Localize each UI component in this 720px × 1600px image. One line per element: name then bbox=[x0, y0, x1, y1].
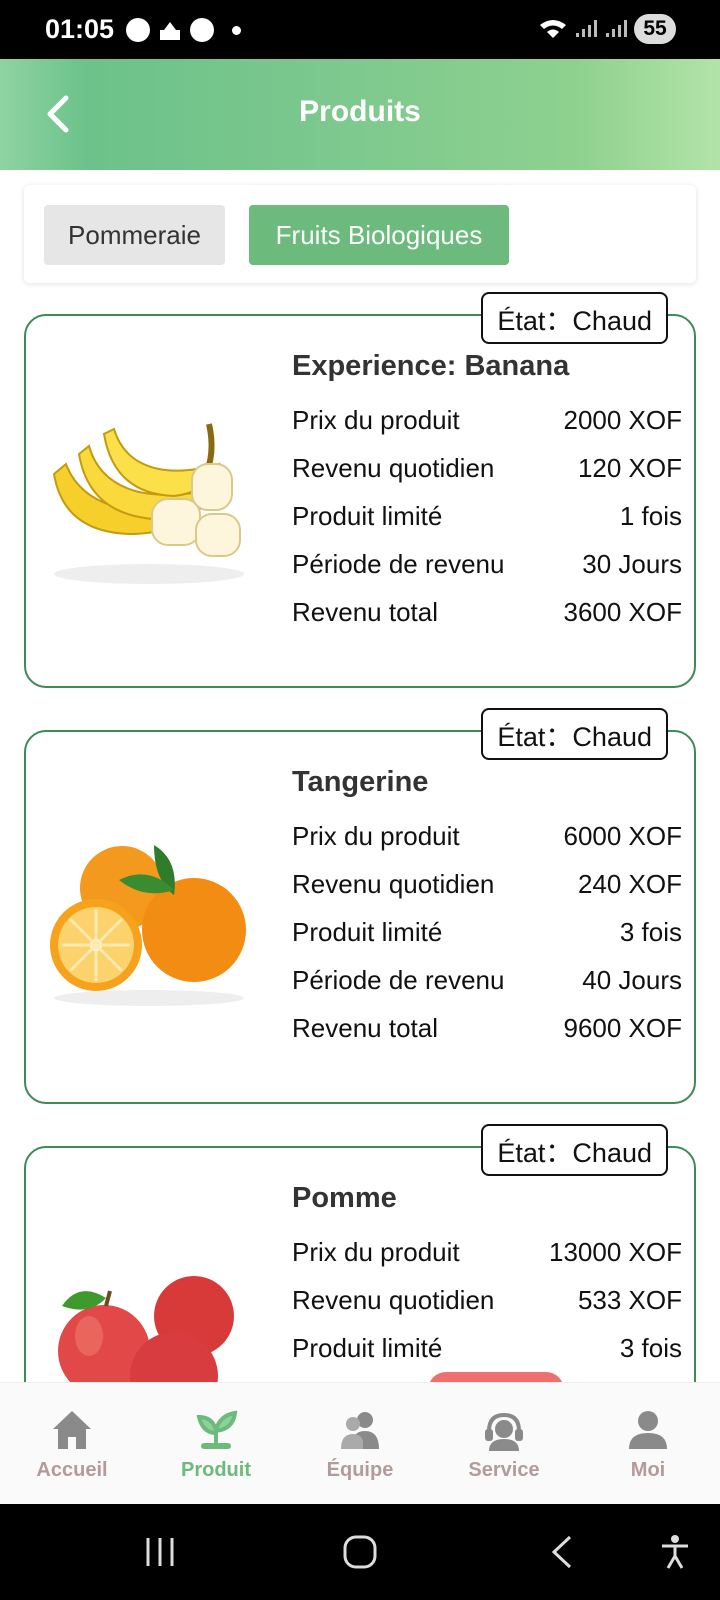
detail-label: Prix du produit bbox=[292, 1237, 460, 1267]
detail-row: Période de revenu 30 Jours bbox=[292, 540, 682, 588]
product-card[interactable]: État：Chaud Experience: Banana Prix du pr… bbox=[24, 292, 696, 688]
detail-value: 533 XOF bbox=[577, 1285, 682, 1315]
detail-label: Prix du produit bbox=[292, 821, 460, 851]
product-details: Prix du produit 2000 XOF Revenu quotidien… bbox=[292, 396, 682, 636]
tab-fruits-biologiques[interactable]: Fruits Biologiques bbox=[249, 205, 509, 265]
detail-label: Revenu total bbox=[292, 1013, 438, 1043]
detail-row: Prix du produit 2000 XOF bbox=[292, 396, 682, 444]
notification-icons bbox=[126, 18, 241, 42]
recent-apps-icon[interactable] bbox=[144, 1534, 176, 1570]
headset-icon bbox=[485, 1412, 523, 1451]
home-button-icon[interactable] bbox=[342, 1534, 378, 1570]
product-name: Pomme bbox=[292, 1182, 397, 1214]
detail-row: Prix du produit 13000 XOF bbox=[292, 1228, 682, 1276]
page-title: Produits bbox=[299, 95, 421, 128]
battery-indicator: 55 bbox=[634, 14, 676, 44]
detail-label: Produit limité bbox=[292, 501, 443, 531]
more-notifications-icon bbox=[232, 25, 241, 35]
detail-value: 2000 XOF bbox=[563, 405, 682, 435]
detail-label: Période de revenu bbox=[292, 549, 505, 579]
product-details: Prix du produit 6000 XOF Revenu quotidien… bbox=[292, 812, 682, 1052]
detail-row: Prix du produit 6000 XOF bbox=[292, 812, 682, 860]
bottom-navigation: Accueil Produit Équipe Service Moi bbox=[0, 1382, 720, 1504]
detail-row: Revenu quotidien 120 XOF bbox=[292, 444, 682, 492]
detail-row: Période de revenu 40 Jours bbox=[292, 956, 682, 1004]
messenger-icon bbox=[190, 18, 214, 42]
app-header: Produits bbox=[0, 59, 720, 170]
detail-label: Revenu quotidien bbox=[292, 869, 495, 899]
detail-value: 3 fois bbox=[619, 1333, 682, 1363]
system-navigation-bar bbox=[0, 1504, 720, 1600]
detail-value: 6000 XOF bbox=[563, 821, 682, 851]
tangerine-image bbox=[50, 845, 246, 1006]
product-list[interactable]: État：Chaud Experience: Banana Prix du pr… bbox=[24, 292, 696, 1382]
product-card[interactable]: État：Chaud Pomme Prix du produit 13000 XO… bbox=[24, 1124, 696, 1382]
detail-row: Produit limité 1 fois bbox=[292, 492, 682, 540]
accessibility-icon[interactable] bbox=[660, 1534, 690, 1570]
detail-value: 40 Jours bbox=[582, 1372, 682, 1382]
messenger-icon bbox=[126, 18, 150, 42]
product-name: Tangerine bbox=[292, 766, 429, 798]
product-details: Prix du produit 13000 XOF Revenu quotidie… bbox=[292, 1228, 682, 1382]
mosque-icon bbox=[160, 22, 180, 40]
nav-moi[interactable]: Moi bbox=[576, 1383, 720, 1504]
nav-label: Produit bbox=[181, 1459, 251, 1481]
back-nav-icon[interactable] bbox=[550, 1534, 574, 1570]
detail-label: Revenu quotidien bbox=[292, 453, 495, 483]
detail-value: 120 XOF bbox=[577, 453, 682, 483]
detail-row: Revenu total 3600 XOF bbox=[292, 588, 682, 636]
detail-value: 30 Jours bbox=[582, 549, 682, 579]
detail-value: 13000 XOF bbox=[549, 1237, 682, 1267]
detail-value: 40 Jours bbox=[582, 965, 682, 995]
status-bar: 01:05 55 bbox=[0, 0, 720, 59]
detail-row: Revenu quotidien 240 XOF bbox=[292, 860, 682, 908]
product-name: Experience: Banana bbox=[292, 350, 570, 382]
user-icon bbox=[629, 1411, 667, 1449]
category-tabs: Pommeraie Fruits Biologiques bbox=[24, 185, 696, 283]
nav-equipe[interactable]: Équipe bbox=[288, 1383, 432, 1504]
detail-value: 1 fois bbox=[619, 501, 682, 531]
nav-label: Moi bbox=[630, 1459, 666, 1481]
detail-label: Revenu quotidien bbox=[292, 1285, 495, 1315]
detail-label: Période de revenu bbox=[292, 965, 505, 995]
banana-image bbox=[52, 423, 244, 584]
detail-row: Produit limité 3 fois bbox=[292, 1324, 682, 1372]
nav-label: Service bbox=[468, 1459, 540, 1481]
detail-row: Revenu total 9600 XOF bbox=[292, 1004, 682, 1052]
team-icon bbox=[341, 1412, 379, 1449]
nav-produit[interactable]: Produit bbox=[144, 1383, 288, 1504]
apple-image bbox=[58, 1276, 234, 1382]
status-badge: État：Chaud bbox=[481, 1124, 668, 1176]
detail-value: 3 fois bbox=[619, 917, 682, 947]
status-badge: État：Chaud bbox=[481, 292, 668, 344]
detail-label: Revenu total bbox=[292, 597, 438, 627]
signal-icon bbox=[606, 20, 627, 37]
tab-pommeraie[interactable]: Pommeraie bbox=[44, 205, 225, 265]
detail-value: 3600 XOF bbox=[563, 597, 682, 627]
nav-label: Accueil bbox=[36, 1459, 108, 1481]
status-time: 01:05 bbox=[45, 14, 115, 44]
detail-label: Prix du produit bbox=[292, 405, 460, 435]
product-card[interactable]: État：Chaud Tangerine Prix du produit 6000… bbox=[24, 708, 696, 1104]
signal-icon bbox=[576, 20, 597, 37]
system-icons: 55 bbox=[538, 14, 676, 44]
detail-value: 9600 XOF bbox=[563, 1013, 682, 1043]
detail-value: 240 XOF bbox=[577, 869, 682, 899]
detail-row: Revenu quotidien 533 XOF bbox=[292, 1276, 682, 1324]
wifi-icon bbox=[540, 20, 566, 38]
nav-service[interactable]: Service bbox=[432, 1383, 576, 1504]
detail-row: Produit limité 3 fois bbox=[292, 908, 682, 956]
nav-accueil[interactable]: Accueil bbox=[0, 1383, 144, 1504]
sprout-icon bbox=[196, 1410, 238, 1449]
home-icon bbox=[53, 1411, 91, 1449]
status-badge: État：Chaud bbox=[481, 708, 668, 760]
detail-label: Produit limité bbox=[292, 1333, 443, 1363]
nav-label: Équipe bbox=[326, 1459, 394, 1481]
detail-label: Produit limité bbox=[292, 917, 443, 947]
